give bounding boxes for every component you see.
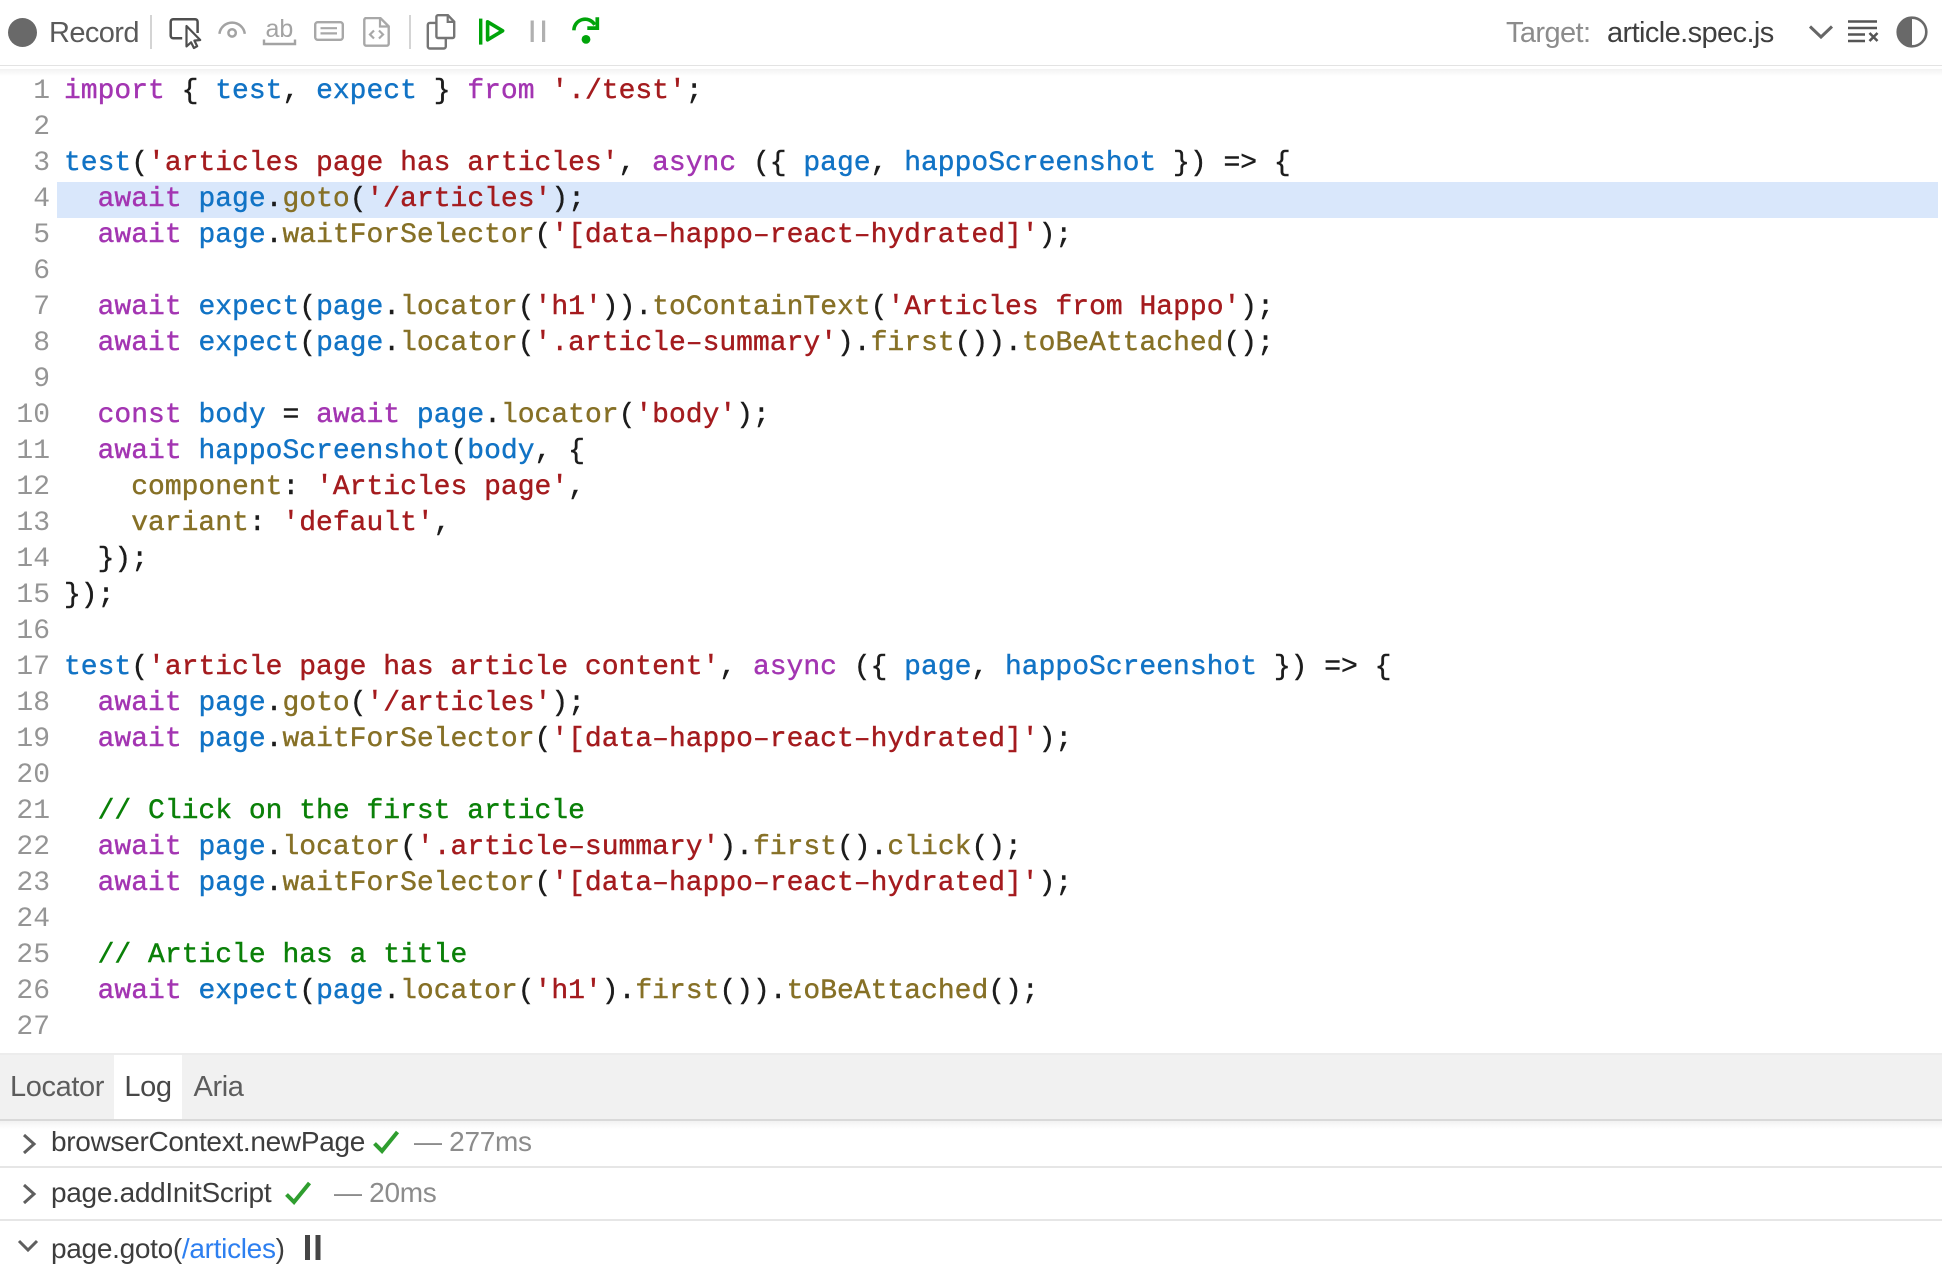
svg-text:ab: ab xyxy=(266,15,294,43)
